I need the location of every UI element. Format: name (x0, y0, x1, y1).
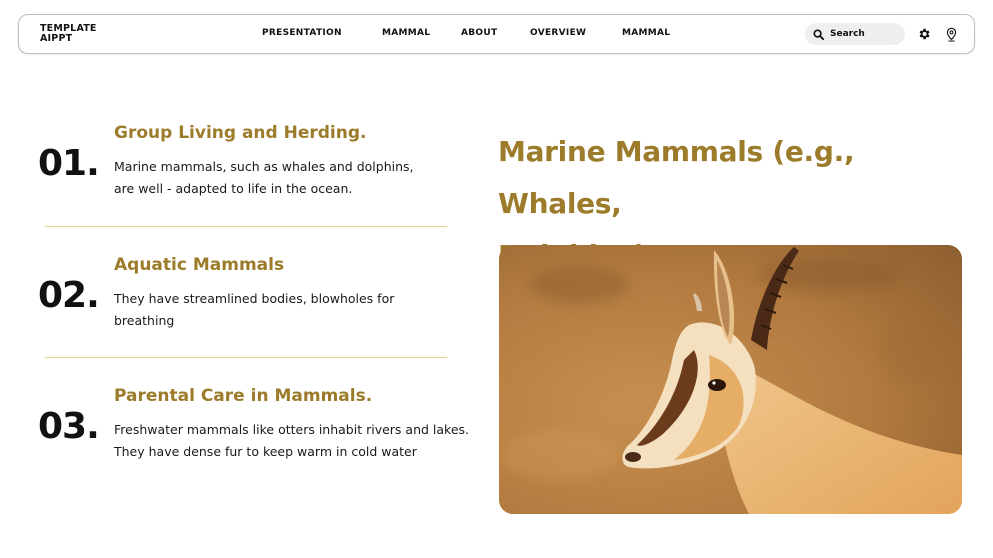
item-text-line1: They have streamlined bodies, blowholes … (114, 291, 395, 306)
list-item-02: 02. Aquatic Mammals They have streamline… (38, 255, 478, 345)
search-box[interactable] (805, 23, 905, 45)
search-icon (813, 25, 824, 44)
logo-line2: AIPPT (40, 33, 73, 44)
nav-item-mammal-2[interactable]: MAMMAL (622, 28, 670, 38)
list-item-01: 01. Group Living and Herding. Marine mam… (38, 123, 478, 213)
top-navbar: TEMPLATE AIPPT PRESENTATION MAMMAL ABOUT… (18, 14, 975, 54)
divider (45, 226, 447, 227)
list-item-03: 03. Parental Care in Mammals. Freshwater… (38, 386, 478, 476)
gear-icon[interactable] (915, 25, 933, 43)
location-pin-icon[interactable] (942, 25, 960, 43)
antelope-photo (499, 245, 962, 514)
item-text-line2: are well - adapted to life in the ocean. (114, 181, 353, 196)
item-text-line1: Marine mammals, such as whales and dolph… (114, 159, 414, 174)
item-text-line2: They have dense fur to keep warm in cold… (114, 444, 417, 459)
item-text-line1: Freshwater mammals like otters inhabit r… (114, 422, 470, 437)
divider (45, 357, 447, 358)
item-title: Parental Care in Mammals. (114, 386, 373, 406)
nav-item-presentation[interactable]: PRESENTATION (262, 28, 342, 38)
nav-item-mammal[interactable]: MAMMAL (382, 28, 430, 38)
item-title: Group Living and Herding. (114, 123, 367, 143)
item-title: Aquatic Mammals (114, 255, 285, 275)
item-number: 03. (38, 406, 100, 447)
item-text-line2: breathing (114, 313, 175, 328)
item-number: 01. (38, 143, 100, 184)
nav-item-overview[interactable]: OVERVIEW (530, 28, 586, 38)
nav-item-about[interactable]: ABOUT (461, 28, 497, 38)
page-title-line1: Marine Mammals (e.g., Whales, (498, 135, 855, 220)
item-number: 02. (38, 275, 100, 316)
search-input[interactable] (830, 29, 894, 39)
logo[interactable]: TEMPLATE AIPPT (40, 24, 97, 44)
